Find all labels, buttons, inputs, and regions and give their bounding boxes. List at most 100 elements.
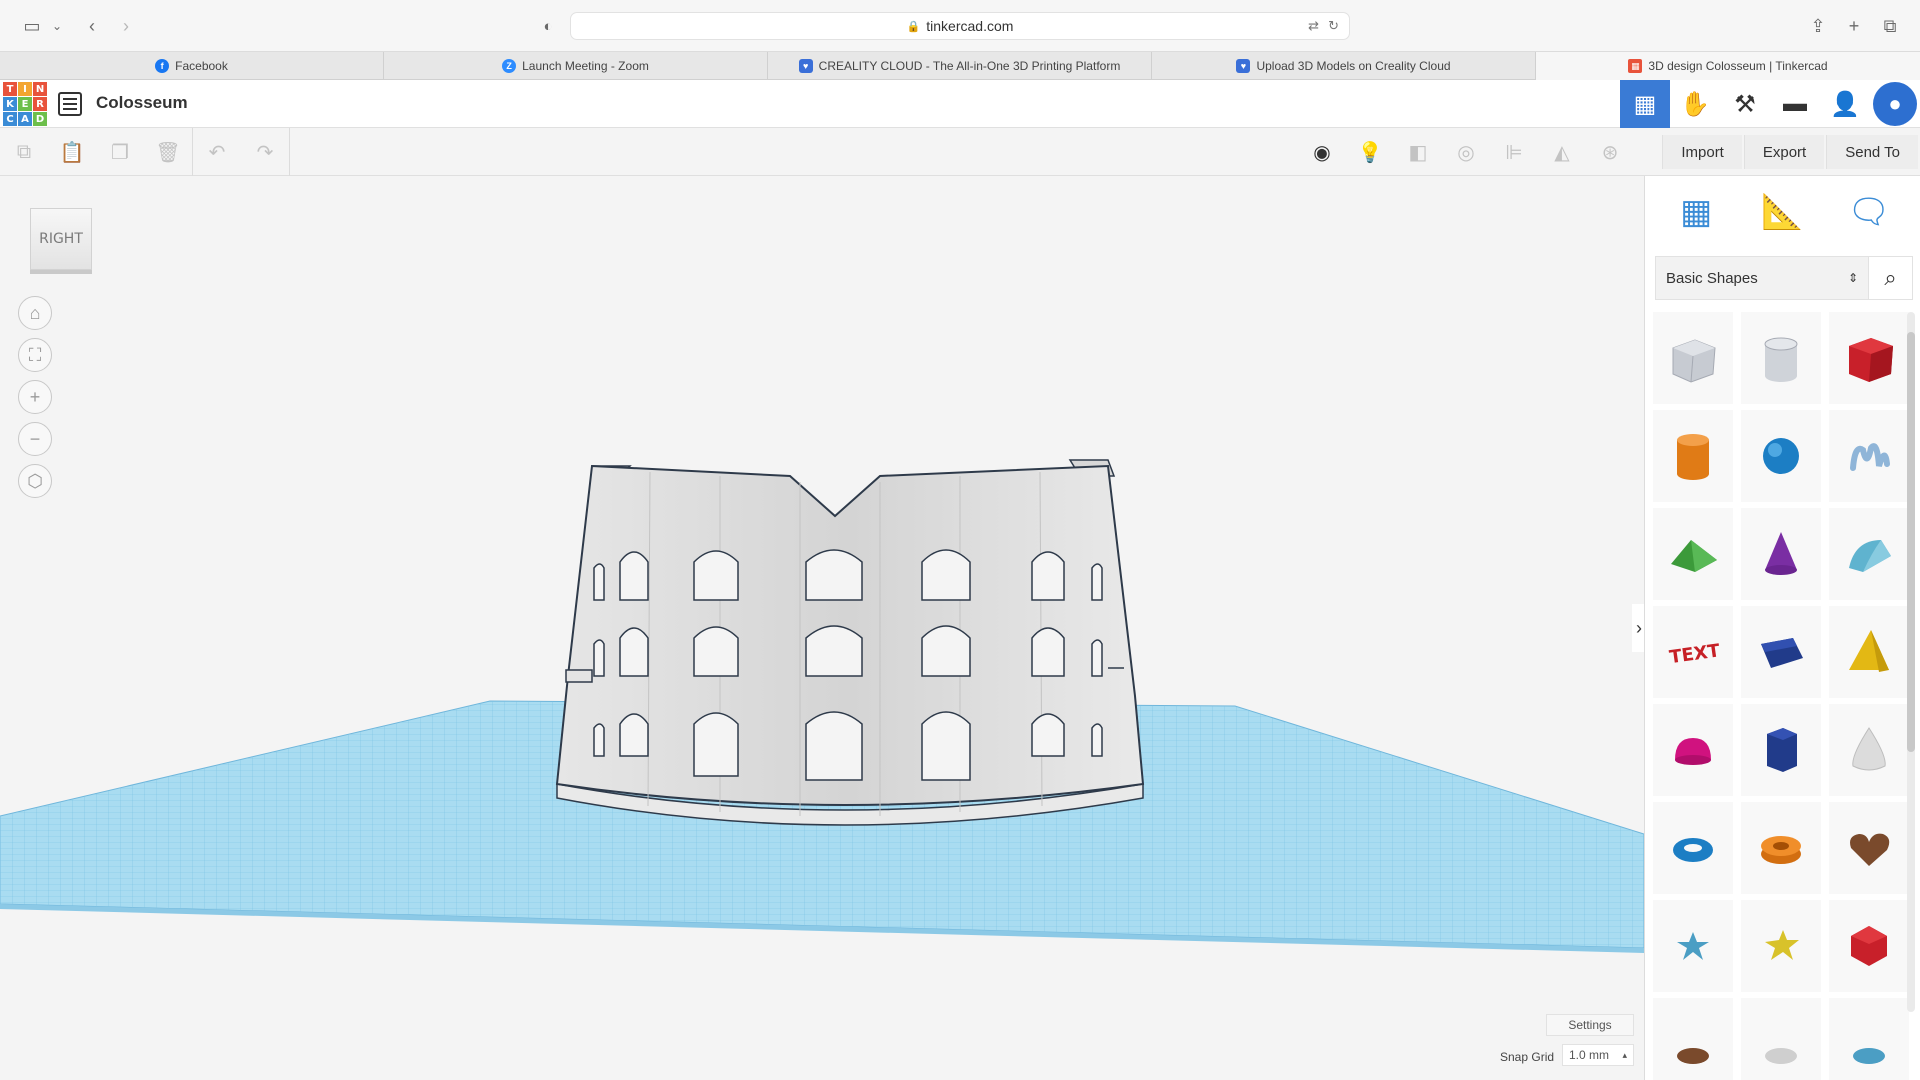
group-icon[interactable]: ◧ (1394, 128, 1442, 176)
tinkercad-icon: ▦ (1628, 59, 1643, 73)
svg-text:TEXT: TEXT (1668, 640, 1721, 668)
view-cube[interactable]: RIGHT (30, 208, 92, 270)
tab-upload-creality[interactable]: ♥ Upload 3D Models on Creality Cloud (1152, 52, 1536, 80)
torus-icon[interactable] (1653, 802, 1733, 900)
lock-icon: 🔒 (906, 20, 921, 33)
zoom-in-icon[interactable]: + (18, 380, 52, 414)
snap-grid-label: Snap Grid (1500, 1050, 1555, 1064)
scribble-icon[interactable] (1829, 410, 1909, 508)
send-to-button[interactable]: Send To (1826, 135, 1918, 169)
3d-design-view-icon[interactable]: ▦ (1620, 80, 1670, 128)
edit-toolbar: ⧉ 📋 ❐ 🗑 ↶ ↷ ◉ 💡 ◧ ◎ ⊫ ◭ ⊛ Import Export … (0, 128, 1920, 176)
star-yellow-icon[interactable] (1741, 900, 1821, 998)
heart-icon[interactable] (1829, 802, 1909, 900)
tab-zoom[interactable]: Z Launch Meeting - Zoom (384, 52, 768, 80)
new-tab-icon[interactable]: + (1842, 13, 1866, 39)
box-hole-icon[interactable] (1653, 312, 1733, 410)
logo-letter: T (3, 82, 17, 96)
import-button[interactable]: Import (1662, 135, 1742, 169)
text-icon[interactable]: TEXT (1653, 606, 1733, 704)
zoom-out-icon[interactable]: − (18, 422, 52, 456)
tab-tinkercad[interactable]: ▦ 3D design Colosseum | Tinkercad (1536, 52, 1920, 80)
settings-button[interactable]: Settings (1546, 1014, 1634, 1036)
tab-creality-cloud[interactable]: ♥ CREALITY CLOUD - The All-in-One 3D Pri… (768, 52, 1152, 80)
logo-letter: N (33, 82, 47, 96)
notes-icon[interactable]: 🗨 (1844, 187, 1894, 237)
half-sphere-icon[interactable] (1653, 704, 1733, 802)
export-button[interactable]: Export (1743, 135, 1825, 169)
star-icon[interactable] (1653, 900, 1733, 998)
cylinder-icon[interactable] (1653, 410, 1733, 508)
dome-icon[interactable] (1829, 998, 1909, 1080)
tab-facebook[interactable]: f Facebook (0, 52, 384, 80)
cylinder-hole-icon[interactable] (1741, 312, 1821, 410)
zoom-icon: Z (502, 59, 517, 73)
design-list-icon[interactable] (58, 92, 82, 116)
snap-grid-select[interactable]: 1.0 mm ▴ (1562, 1044, 1634, 1066)
creality-icon: ♥ (798, 59, 813, 73)
redo-icon[interactable]: ↷ (241, 128, 289, 176)
workplane-canvas[interactable] (0, 176, 1644, 1080)
sphere-icon[interactable] (1741, 410, 1821, 508)
blocks-view-icon[interactable]: ✋ (1670, 80, 1720, 128)
ring-icon[interactable] (1653, 998, 1733, 1080)
paraboloid-icon[interactable] (1829, 704, 1909, 802)
privacy-shield-icon[interactable]: ◐ (538, 13, 558, 39)
sidebar-toggle-icon[interactable]: ▭ (18, 13, 46, 39)
paste-icon[interactable]: 📋 (48, 128, 96, 176)
shape-category-select[interactable]: Basic Shapes ⇕ (1655, 256, 1869, 300)
shapes-panel: ▦ 📐 🗨 Basic Shapes ⇕ ⌕ TEXT (1644, 176, 1920, 1080)
cylinder-grey-icon[interactable] (1741, 998, 1821, 1080)
chevron-down-icon[interactable]: ⌄ (50, 13, 64, 39)
header-actions: ▦ ✋ ⚒ ▬ 👤 ● (1620, 80, 1920, 128)
home-view-icon[interactable]: ⌂ (18, 296, 52, 330)
pyramid-icon[interactable] (1829, 606, 1909, 704)
icosahedron-icon[interactable] (1829, 900, 1909, 998)
cone-icon[interactable] (1741, 508, 1821, 606)
tab-overview-icon[interactable]: ⧉ (1878, 13, 1902, 39)
snap-grid-value: 1.0 mm (1569, 1048, 1610, 1062)
align-icon[interactable]: ⊫ (1490, 128, 1538, 176)
fit-view-icon[interactable]: ⛶ (18, 338, 52, 372)
reload-icon[interactable]: ↻ (1328, 18, 1339, 34)
ortho-perspective-icon[interactable]: ⬡ (18, 464, 52, 498)
add-user-icon[interactable]: 👤 (1820, 80, 1870, 128)
roof-icon[interactable] (1653, 508, 1733, 606)
delete-icon[interactable]: 🗑 (144, 128, 192, 176)
ruler-icon[interactable]: 📐 (1757, 187, 1807, 237)
copy-icon[interactable]: ⧉ (0, 128, 48, 176)
design-title[interactable]: Colosseum (96, 93, 188, 113)
shapes-scrollbar[interactable] (1907, 312, 1915, 1012)
back-button[interactable]: ‹ (80, 13, 104, 39)
sim-lab-icon[interactable]: ⚒ (1720, 80, 1770, 128)
polygon-icon[interactable] (1741, 704, 1821, 802)
avatar[interactable]: ● (1873, 82, 1917, 126)
logo-letter: R (33, 97, 47, 111)
forward-button[interactable]: › (114, 13, 138, 39)
shape-category-value: Basic Shapes (1666, 269, 1758, 287)
search-icon[interactable]: ⌕ (1869, 256, 1913, 300)
tinkercad-logo[interactable]: TIN KER CAD (3, 82, 47, 126)
workplane-viewport[interactable]: RIGHT ⌂ ⛶ + − ⬡ › Settings Snap Grid 1.0… (0, 176, 1644, 1080)
translate-icon[interactable]: ⇄ (1308, 18, 1319, 34)
half-sphere-shape-icon[interactable] (1741, 606, 1821, 704)
app-header: TIN KER CAD Colosseum ▦ ✋ ⚒ ▬ 👤 ● (0, 80, 1920, 128)
bricks-view-icon[interactable]: ▬ (1770, 80, 1820, 128)
ungroup-icon[interactable]: ◎ (1442, 128, 1490, 176)
shape-grid: TEXT (1653, 312, 1909, 1080)
grid-icon[interactable]: ▦ (1671, 187, 1721, 237)
select-arrows-icon: ⇕ (1847, 271, 1858, 285)
panel-collapse-icon[interactable]: › (1632, 604, 1644, 652)
cruise-icon[interactable]: ⊛ (1586, 128, 1634, 176)
duplicate-icon[interactable]: ❐ (96, 128, 144, 176)
address-bar[interactable]: 🔒 tinkercad.com ⇄ ↻ (570, 12, 1350, 40)
undo-icon[interactable]: ↶ (193, 128, 241, 176)
tube-icon[interactable] (1741, 802, 1821, 900)
box-icon[interactable] (1829, 312, 1909, 410)
notes-visibility-icon[interactable]: ◉ (1298, 128, 1346, 176)
share-icon[interactable]: ⇪ (1806, 13, 1830, 39)
mirror-icon[interactable]: ◭ (1538, 128, 1586, 176)
lightbulb-icon[interactable]: 💡 (1346, 128, 1394, 176)
round-roof-icon[interactable] (1829, 508, 1909, 606)
creality-icon: ♥ (1236, 59, 1251, 73)
